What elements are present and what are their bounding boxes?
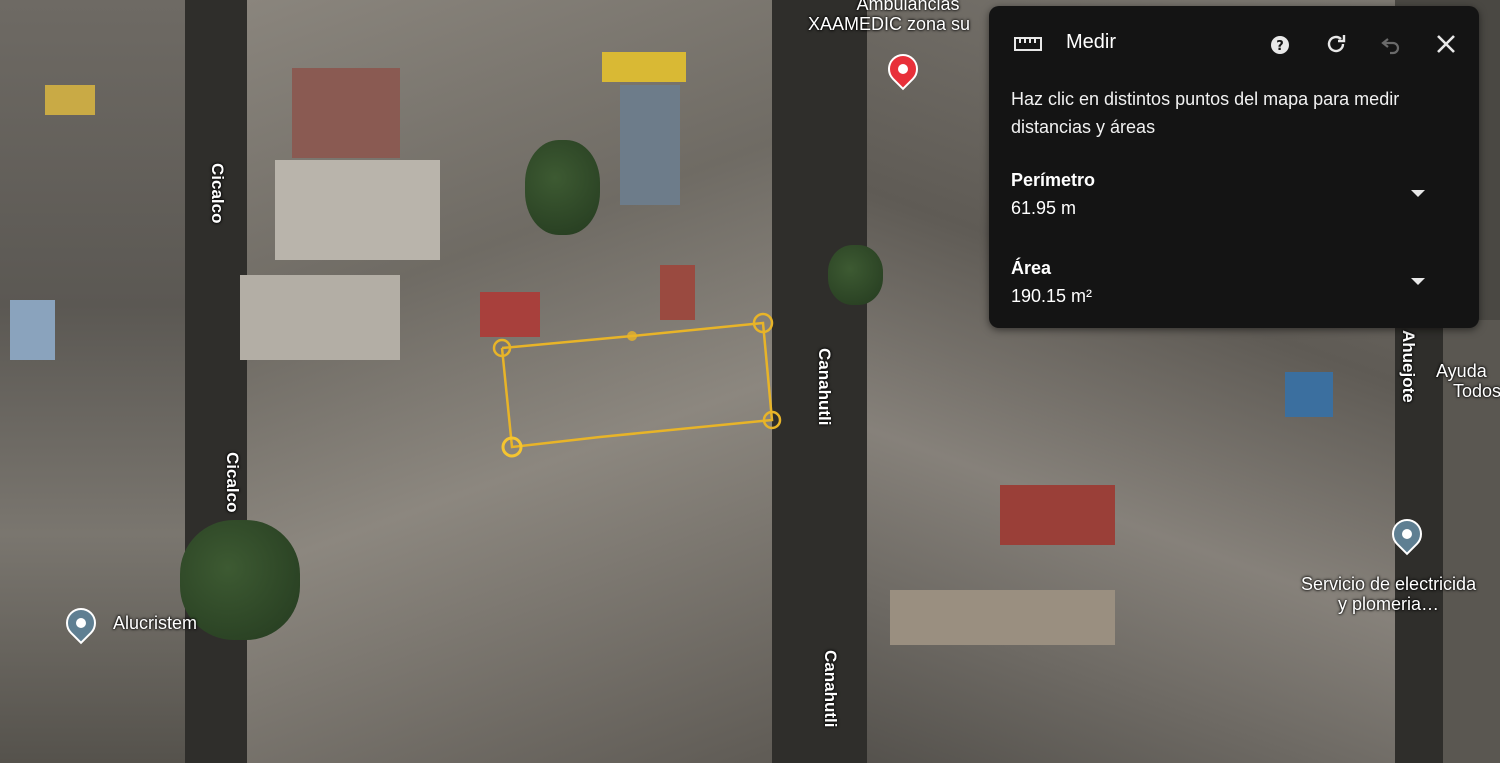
place-label-line: y plomeria…	[1338, 594, 1440, 614]
panel-title: Medir	[1066, 31, 1117, 53]
street-label-cicalco: Cicalco	[223, 452, 242, 513]
place-label-ayuda[interactable]: Ayuda Todos	[1436, 361, 1500, 401]
place-label-servicio[interactable]: Servicio de electricida y plomeria…	[1301, 574, 1476, 614]
measure-midpoint	[627, 331, 637, 341]
undo-icon[interactable]	[1377, 30, 1405, 58]
area-label: Área	[1011, 258, 1052, 278]
place-label-line: Servicio de electricida	[1301, 574, 1477, 594]
perimeter-value: 61.95 m	[1011, 198, 1077, 218]
street-label-cicalco: Cicalco	[208, 163, 227, 224]
street-label-canahutli: Canahutli	[821, 650, 840, 728]
place-label-line: XAAMEDIC zona su	[808, 14, 971, 34]
close-icon[interactable]	[1432, 30, 1460, 58]
help-icon[interactable]: ?	[1268, 33, 1292, 57]
street-label-ahuejote: Ahuejote	[1399, 330, 1418, 403]
ruler-icon	[1013, 36, 1043, 52]
place-label-alucristem[interactable]: Alucristem	[113, 613, 197, 633]
area-value: 190.15 m²	[1011, 286, 1093, 306]
measure-panel: Medir ? Haz clic en distintos puntos del…	[989, 6, 1479, 328]
chevron-down-icon[interactable]	[1411, 190, 1425, 197]
refresh-icon[interactable]	[1322, 30, 1350, 58]
place-label-line: Todos	[1453, 381, 1500, 401]
perimeter-label: Perímetro	[1011, 170, 1096, 190]
place-label-line: Ayuda	[1436, 361, 1487, 381]
place-label-line: Ambulancias	[856, 0, 960, 14]
street-label-canahutli: Canahutli	[815, 348, 834, 426]
chevron-down-icon[interactable]	[1411, 278, 1425, 285]
place-label-ambulancias[interactable]: Ambulancias XAAMEDIC zona su	[808, 0, 970, 34]
instruction-text: Haz clic en distintos puntos del mapa pa…	[1011, 89, 1400, 137]
svg-text:?: ?	[1276, 39, 1284, 54]
